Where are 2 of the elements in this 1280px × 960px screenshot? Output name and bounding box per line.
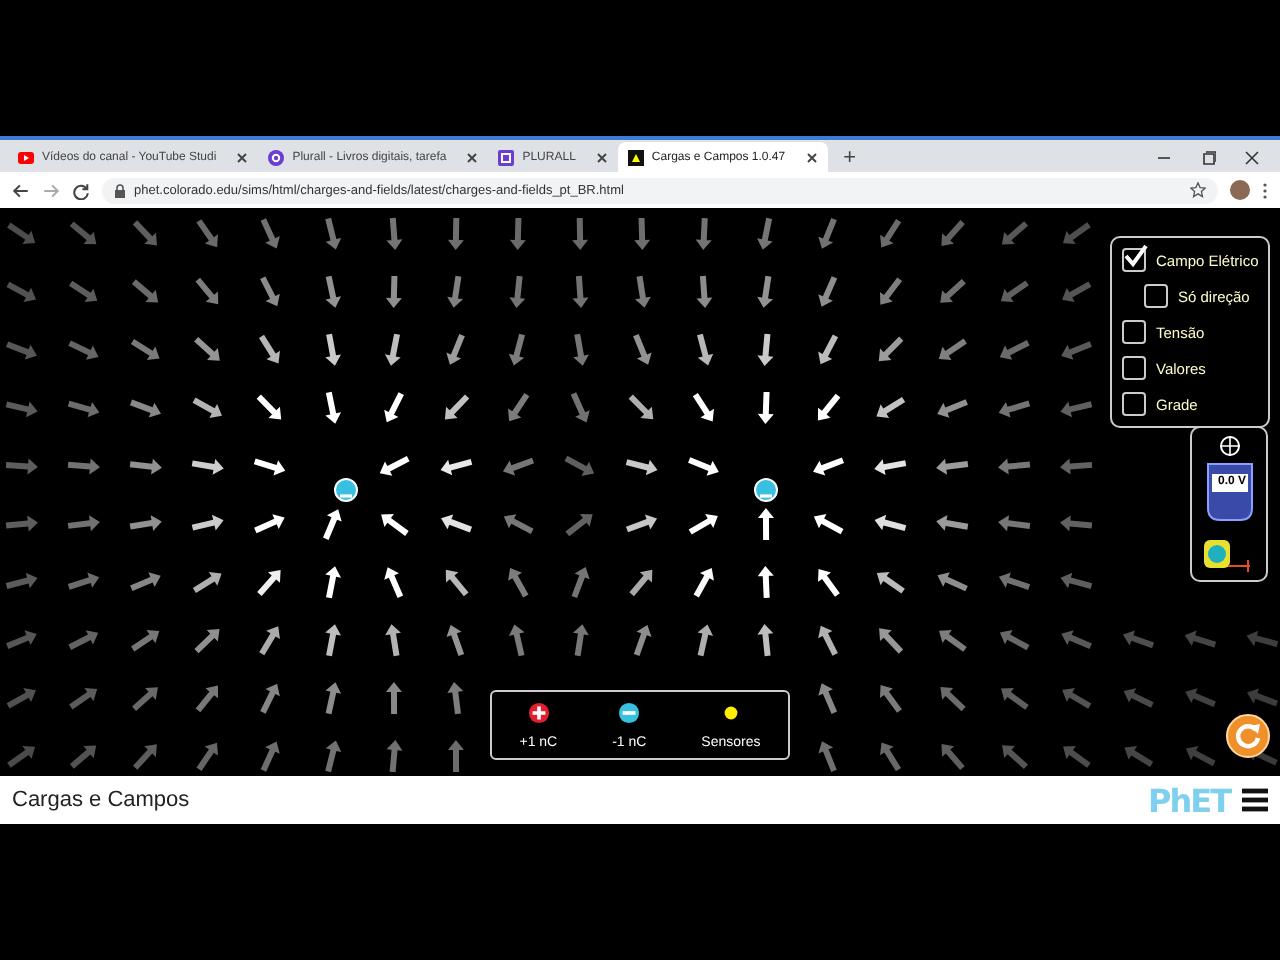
new-tab-button[interactable]: + <box>835 142 865 172</box>
sim-title: Cargas e Campos <box>12 788 192 812</box>
